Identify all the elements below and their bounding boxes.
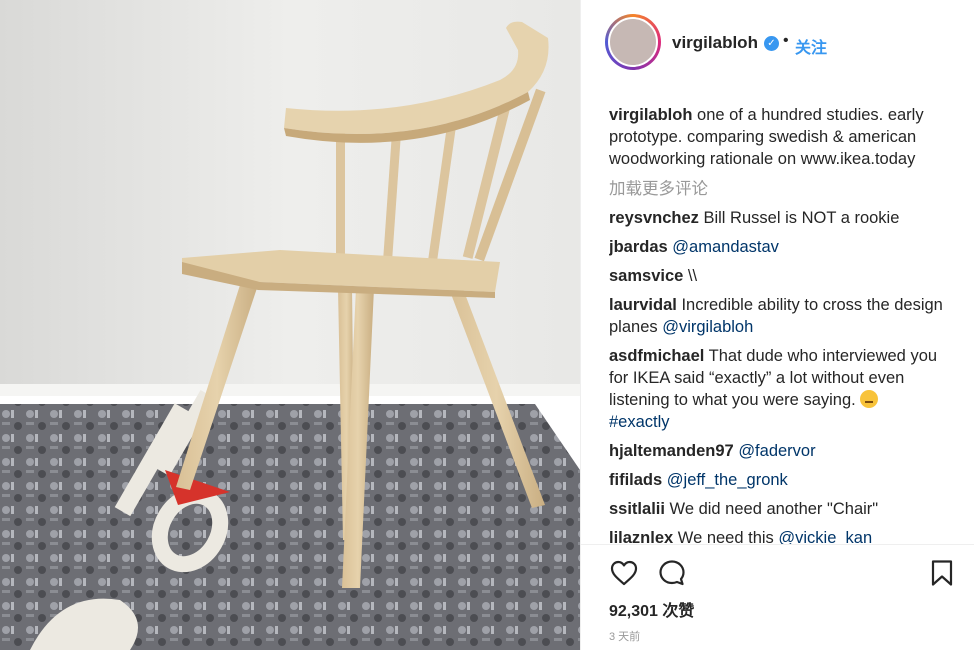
post-caption: virgilabloh one of a hundred studies. ea… <box>609 104 959 170</box>
divider <box>581 544 974 545</box>
comment-item: hjaltemanden97 @fadervor <box>609 440 959 462</box>
follow-button[interactable]: 关注 <box>795 34 827 58</box>
comment-username[interactable]: lilaznlex <box>609 529 673 544</box>
comment-mention[interactable]: @vickie_kan <box>778 529 872 544</box>
comment-username[interactable]: fifilads <box>609 471 662 489</box>
post-details-panel: virgilabloh ✓ • 关注 virgilabloh one of a … <box>580 0 974 650</box>
comment-username[interactable]: hjaltemanden97 <box>609 442 734 460</box>
comment-username[interactable]: laurvidal <box>609 296 677 314</box>
comment-item: ssitlalii We did need another "Chair" <box>609 498 959 520</box>
face-emoji-icon <box>860 390 879 408</box>
comment-item: fifilads @jeff_the_gronk <box>609 469 959 491</box>
comment-username[interactable]: jbardas <box>609 238 668 256</box>
comment-text: \\ <box>683 267 698 285</box>
post-photo[interactable] <box>0 0 580 650</box>
action-bar <box>609 558 959 588</box>
comment-item: samsvice \\ <box>609 265 959 287</box>
verified-icon: ✓ <box>764 36 779 51</box>
comment-text: Bill Russel is NOT a rookie <box>698 209 900 227</box>
comment-mention[interactable]: @amandastav <box>672 238 779 256</box>
comment-item: reysvnchez Bill Russel is NOT a rookie <box>609 207 959 229</box>
comment-text: We need this <box>673 529 779 544</box>
header-username[interactable]: virgilabloh <box>672 33 758 53</box>
post-timestamp[interactable]: 3 天前 <box>609 628 640 644</box>
post-header: virgilabloh ✓ • 关注 <box>581 0 974 88</box>
comment-item: laurvidal Incredible ability to cross th… <box>609 294 959 338</box>
comment-mention[interactable]: @virgilabloh <box>662 318 753 336</box>
avatar[interactable] <box>605 14 661 70</box>
comment-icon[interactable] <box>657 558 687 588</box>
comment-username[interactable]: samsvice <box>609 267 683 285</box>
heart-icon[interactable] <box>609 558 639 588</box>
comment-hashtag[interactable]: #exactly <box>609 413 670 431</box>
separator-dot: • <box>783 32 789 49</box>
comment-item: jbardas @amandastav <box>609 236 959 258</box>
comment-mention[interactable]: @fadervor <box>738 442 815 460</box>
likes-count[interactable]: 92,301 次赞 <box>609 597 694 621</box>
comment-mention[interactable]: @jeff_the_gronk <box>667 471 788 489</box>
comment-item: lilaznlex We need this @vickie_kan <box>609 527 959 544</box>
caption-username[interactable]: virgilabloh <box>609 106 692 124</box>
comment-username[interactable]: ssitlalii <box>609 500 665 518</box>
bookmark-icon[interactable] <box>927 558 957 588</box>
comment-username[interactable]: reysvnchez <box>609 209 699 227</box>
comment-text: We did need another "Chair" <box>664 500 879 518</box>
load-more-comments-button[interactable]: 加载更多评论 <box>609 178 959 200</box>
comment-username[interactable]: asdfmichael <box>609 347 704 365</box>
comment-item: asdfmichael That dude who interviewed yo… <box>609 345 959 433</box>
comments-list[interactable]: virgilabloh one of a hundred studies. ea… <box>609 104 959 544</box>
avatar-image <box>608 17 658 67</box>
